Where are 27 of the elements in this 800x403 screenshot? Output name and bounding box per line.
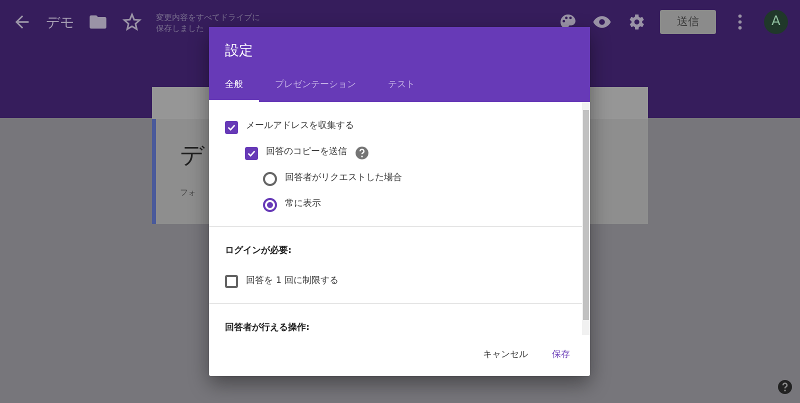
radio-label: 回答者がリクエストした場合 <box>285 172 402 186</box>
help-icon[interactable] <box>355 146 369 160</box>
radio-button[interactable] <box>263 172 277 186</box>
help-icon[interactable] <box>778 380 792 394</box>
scrollbar[interactable] <box>582 102 590 335</box>
section-heading: 回答者が行える操作: <box>225 322 311 334</box>
checkbox-label: メールアドレスを収集する <box>246 120 354 134</box>
checkbox[interactable] <box>245 146 258 160</box>
checkbox-label: 回答を 1 回に制限する <box>246 274 338 288</box>
checkbox[interactable] <box>225 120 238 134</box>
save-status: 変更内容をすべてドライブに保存しました <box>156 12 261 34</box>
form-name: デモ <box>46 14 74 33</box>
dialog-title: 設定 <box>225 42 254 61</box>
radio-label: 常に表示 <box>285 198 321 212</box>
tab[interactable]: テスト <box>372 74 431 102</box>
radio-button[interactable] <box>263 198 277 212</box>
save-button[interactable]: 保存 <box>542 342 580 368</box>
tab[interactable]: プレゼンテーション <box>259 74 372 102</box>
form-description: フォ <box>180 187 197 199</box>
avatar[interactable]: A <box>764 10 788 34</box>
checkbox[interactable] <box>225 275 238 288</box>
cancel-button[interactable]: キャンセル <box>473 342 538 368</box>
star-icon[interactable] <box>122 12 142 32</box>
form-title: デ <box>180 140 205 171</box>
checkbox-label: 回答のコピーを送信 <box>266 146 347 160</box>
tab[interactable]: 全般 <box>209 74 259 102</box>
section-heading: ログインが必要: <box>225 245 293 258</box>
